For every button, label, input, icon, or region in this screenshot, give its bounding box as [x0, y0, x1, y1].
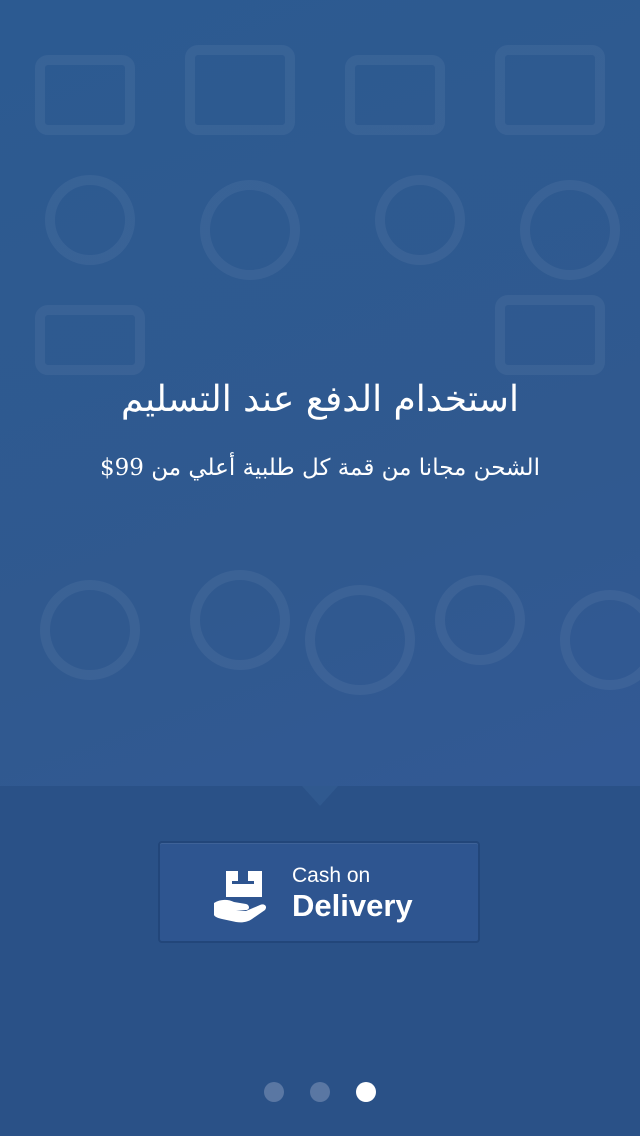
panel-notch — [302, 786, 338, 806]
hand-box-icon — [214, 871, 267, 923]
page-indicator — [0, 1082, 640, 1104]
page-dot-1[interactable] — [264, 1082, 284, 1102]
page-dot-2[interactable] — [310, 1082, 330, 1102]
onboarding-headline: استخدام الدفع عند التسليم — [121, 379, 519, 420]
onboarding-subline: الشحن مجانا من قمة كل طلبية أعلي من 99$ — [100, 455, 540, 481]
page-dot-3-active[interactable] — [356, 1082, 376, 1102]
onboarding-screen: استخدام الدفع عند التسليم الشحن مجانا من… — [0, 0, 640, 1136]
cash-on-delivery-button[interactable]: Cash on Delivery — [158, 841, 480, 943]
button-label-small: Cash on — [292, 864, 371, 887]
button-label-big: Delivery — [292, 888, 413, 923]
